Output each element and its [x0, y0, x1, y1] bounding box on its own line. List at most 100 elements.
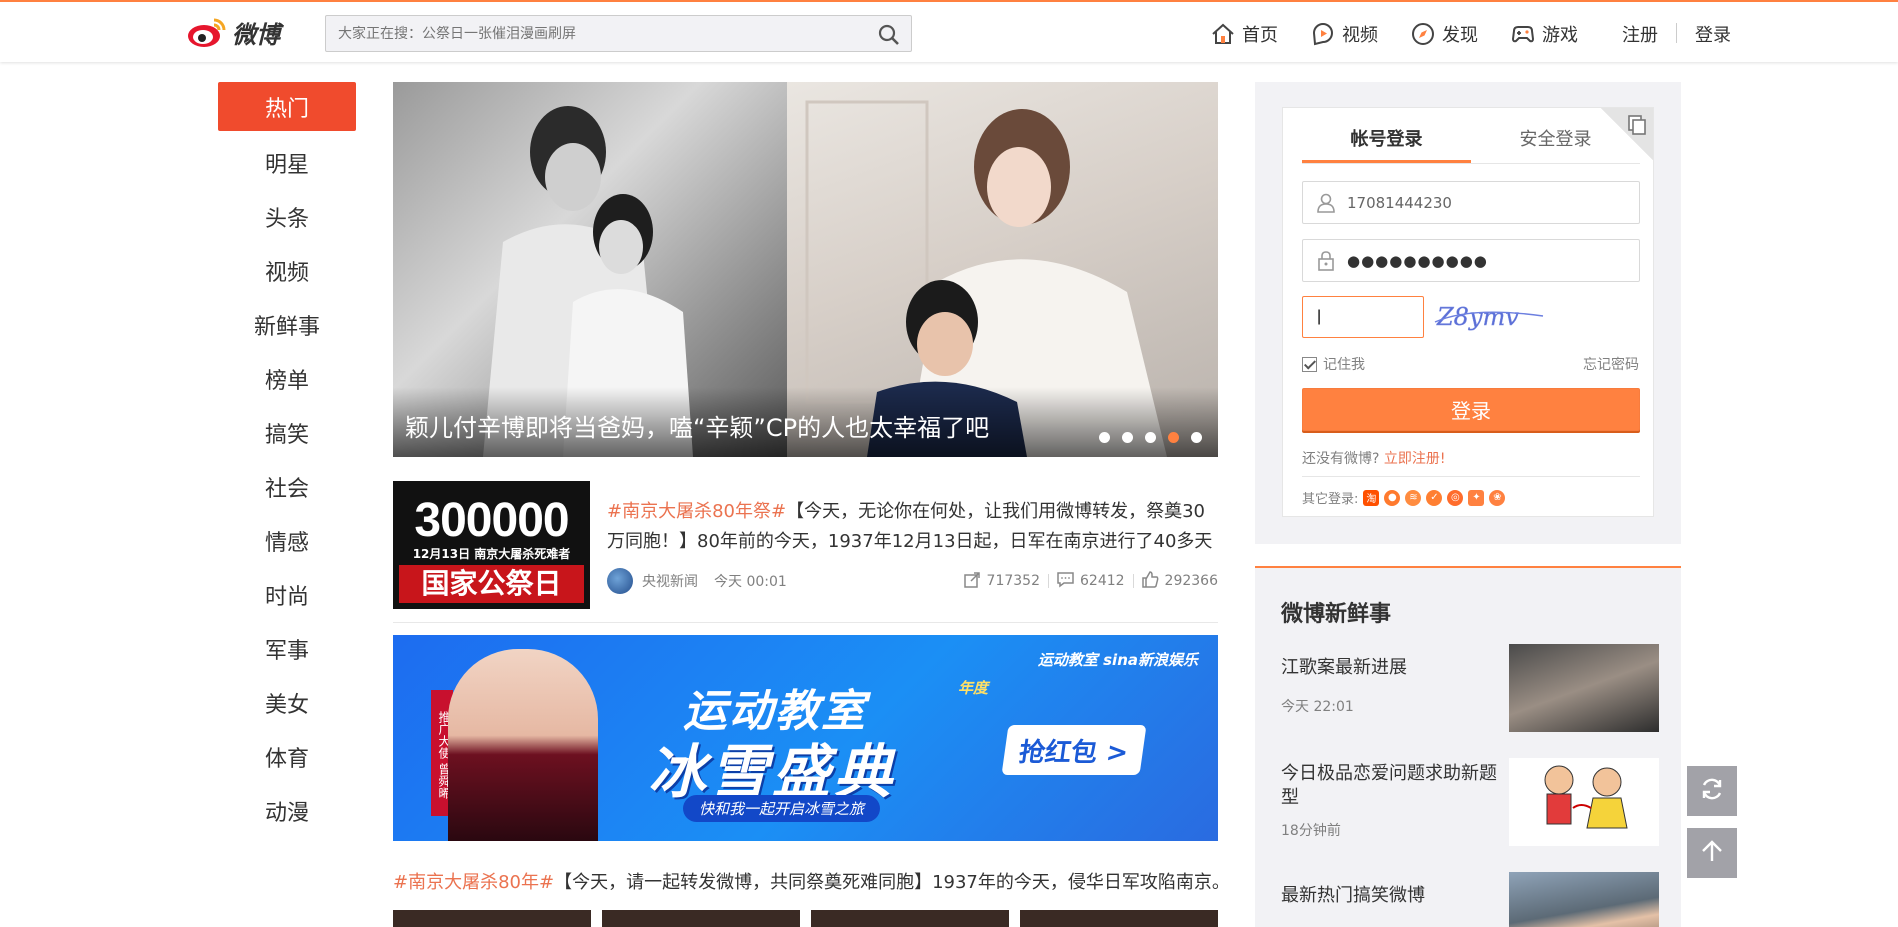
- repost-button[interactable]: 717352: [963, 571, 1040, 592]
- captcha-image[interactable]: Z8ymv: [1431, 298, 1546, 336]
- remember-checkbox[interactable]: [1302, 356, 1317, 372]
- user-icon: [1315, 192, 1337, 214]
- other-login: 其它登录: 淘 ● ≋ ✓ ◎ ✦ ❀: [1302, 488, 1506, 507]
- login-link-label: 登录: [1695, 25, 1731, 46]
- nav-register-link[interactable]: 注册: [1622, 18, 1658, 50]
- login-button[interactable]: 登录: [1302, 388, 1640, 431]
- forgot-password-link[interactable]: 忘记密码: [1583, 354, 1639, 374]
- username-input[interactable]: [1347, 193, 1637, 212]
- avatar[interactable]: [607, 568, 633, 594]
- qq-login-icon[interactable]: ●: [1384, 489, 1401, 506]
- tab-secure-login[interactable]: 安全登录: [1471, 118, 1640, 163]
- category-emotion[interactable]: 情感: [218, 514, 356, 568]
- password-field[interactable]: [1302, 239, 1640, 282]
- fresh-item-title[interactable]: 最新热门搞笑微博: [1281, 884, 1501, 908]
- password-input[interactable]: [1347, 251, 1637, 270]
- category-hot[interactable]: 热门: [218, 82, 356, 131]
- feed-text[interactable]: #南京大屠杀80年祭#【今天，无论你在何处，让我们用微博转发，祭奠30万同胞！】…: [607, 497, 1218, 557]
- feed-hashtag[interactable]: #南京大屠杀80年#: [393, 872, 554, 893]
- category-fashion[interactable]: 时尚: [218, 568, 356, 622]
- fresh-item-title[interactable]: 江歌案最新进展: [1281, 656, 1501, 680]
- category-funny[interactable]: 搞笑: [218, 406, 356, 460]
- promo-banner-ad[interactable]: 推广大使 曾舜晞 运动教室 年度 冰雪盛典 快和我一起开启冰雪之旅 运动教室 s…: [393, 635, 1218, 841]
- carousel-dot[interactable]: [1191, 432, 1202, 443]
- search-icon[interactable]: [877, 23, 901, 47]
- fresh-item-image[interactable]: [1509, 644, 1659, 732]
- 360-login-icon[interactable]: ◎: [1447, 489, 1464, 506]
- thumb-number: 300000: [414, 494, 569, 547]
- unicom-login-icon[interactable]: ✦: [1468, 489, 1485, 506]
- nav-games[interactable]: 游戏: [1510, 18, 1578, 50]
- remember-me[interactable]: 记住我: [1302, 354, 1365, 374]
- category-anime[interactable]: 动漫: [218, 784, 356, 838]
- username-field[interactable]: [1302, 181, 1640, 224]
- carousel-dot[interactable]: [1122, 432, 1133, 443]
- ad-subtitle: 快和我一起开启冰雪之旅: [683, 795, 881, 822]
- nav-login-link[interactable]: 登录: [1695, 18, 1731, 50]
- feed-image[interactable]: [1020, 910, 1218, 927]
- fresh-item-image[interactable]: [1509, 872, 1659, 927]
- category-military[interactable]: 军事: [218, 622, 356, 676]
- weibo-eye-icon: [186, 14, 228, 50]
- category-society[interactable]: 社会: [218, 460, 356, 514]
- paw-login-icon[interactable]: ❀: [1489, 489, 1506, 506]
- stat-divider: [1132, 574, 1134, 588]
- comment-button[interactable]: 62412: [1057, 571, 1125, 592]
- tab-account-login[interactable]: 帐号登录: [1302, 118, 1471, 163]
- category-video[interactable]: 视频: [218, 244, 356, 298]
- nav-discover-label: 发现: [1442, 25, 1478, 46]
- fresh-item-image[interactable]: [1509, 758, 1659, 846]
- fresh-news-item[interactable]: 最新热门搞笑微博: [1281, 872, 1659, 927]
- banner-caption[interactable]: 颖儿付辛博即将当爸妈，嗑“辛颖”CP的人也太幸福了吧: [405, 408, 989, 443]
- fresh-news-item[interactable]: 今日极品恋爱问题求助新题型 18分钟前: [1281, 758, 1659, 846]
- nav-games-label: 游戏: [1542, 25, 1578, 46]
- category-headline[interactable]: 头条: [218, 190, 356, 244]
- fresh-item-title[interactable]: 今日极品恋爱问题求助新题型: [1281, 762, 1501, 810]
- like-count: 292366: [1164, 573, 1218, 589]
- banner-carousel[interactable]: 颖儿付辛博即将当爸妈，嗑“辛颖”CP的人也太幸福了吧: [393, 82, 1218, 457]
- refresh-button[interactable]: [1687, 766, 1737, 816]
- captcha-input[interactable]: [1303, 297, 1423, 337]
- thumb-line: 12月13日 南京大屠杀死难者: [412, 547, 571, 561]
- feed-image-strip: [393, 910, 1218, 927]
- top-navigation-bar: 微博 首页 视频 发现 游戏 注册 登录: [0, 0, 1898, 62]
- nav-discover[interactable]: 发现: [1410, 18, 1478, 50]
- baidu-login-icon[interactable]: ✓: [1426, 489, 1443, 506]
- feed-image[interactable]: [811, 910, 1009, 927]
- thumb-banner: 国家公祭日: [399, 565, 584, 603]
- no-account-text: 还没有微博?: [1302, 451, 1380, 467]
- other-login-label: 其它登录:: [1302, 492, 1359, 507]
- tianyi-login-icon[interactable]: ≋: [1405, 489, 1422, 506]
- register-now-link[interactable]: 立即注册!: [1384, 451, 1446, 467]
- feed-source[interactable]: 央视新闻: [642, 571, 698, 591]
- feed-thumbnail[interactable]: 300000 12月13日 南京大屠杀死难者 国家公祭日: [393, 481, 590, 609]
- back-to-top-button[interactable]: [1687, 828, 1737, 878]
- fresh-news-item[interactable]: 江歌案最新进展 今天 22:01: [1281, 644, 1659, 732]
- feed-hashtag[interactable]: #南京大屠杀80年祭#: [607, 501, 786, 522]
- feed-image[interactable]: [393, 910, 591, 927]
- search-input[interactable]: [326, 16, 856, 51]
- feed-image[interactable]: [602, 910, 800, 927]
- like-button[interactable]: 292366: [1141, 570, 1218, 592]
- grab-red-packet-button[interactable]: 抢红包 >: [1001, 725, 1147, 775]
- taobao-login-icon[interactable]: 淘: [1363, 489, 1380, 506]
- category-fresh[interactable]: 新鲜事: [218, 298, 356, 352]
- category-star[interactable]: 明星: [218, 136, 356, 190]
- nav-video[interactable]: 视频: [1310, 18, 1378, 50]
- nav-video-label: 视频: [1342, 25, 1378, 46]
- feed-item-text[interactable]: #南京大屠杀80年#【今天，请一起转发微博，共同祭奠死难同胞】1937年的今天，…: [393, 868, 1218, 898]
- captcha-field[interactable]: [1302, 296, 1424, 338]
- carousel-dot-active[interactable]: [1168, 432, 1179, 443]
- category-ranking[interactable]: 榜单: [218, 352, 356, 406]
- feed-time: 今天 00:01: [714, 574, 787, 590]
- nav-home[interactable]: 首页: [1210, 18, 1278, 50]
- category-sports[interactable]: 体育: [218, 730, 356, 784]
- carousel-dot[interactable]: [1099, 432, 1110, 443]
- ad-ambassador-photo: [448, 649, 598, 841]
- weibo-logo[interactable]: 微博: [186, 12, 280, 52]
- stat-divider: [1048, 574, 1049, 588]
- carousel-dot[interactable]: [1145, 432, 1156, 443]
- fresh-item-time: 18分钟前: [1281, 823, 1341, 839]
- feed-item[interactable]: 300000 12月13日 南京大屠杀死难者 国家公祭日 #南京大屠杀80年祭#…: [393, 481, 1218, 623]
- category-beauty[interactable]: 美女: [218, 676, 356, 730]
